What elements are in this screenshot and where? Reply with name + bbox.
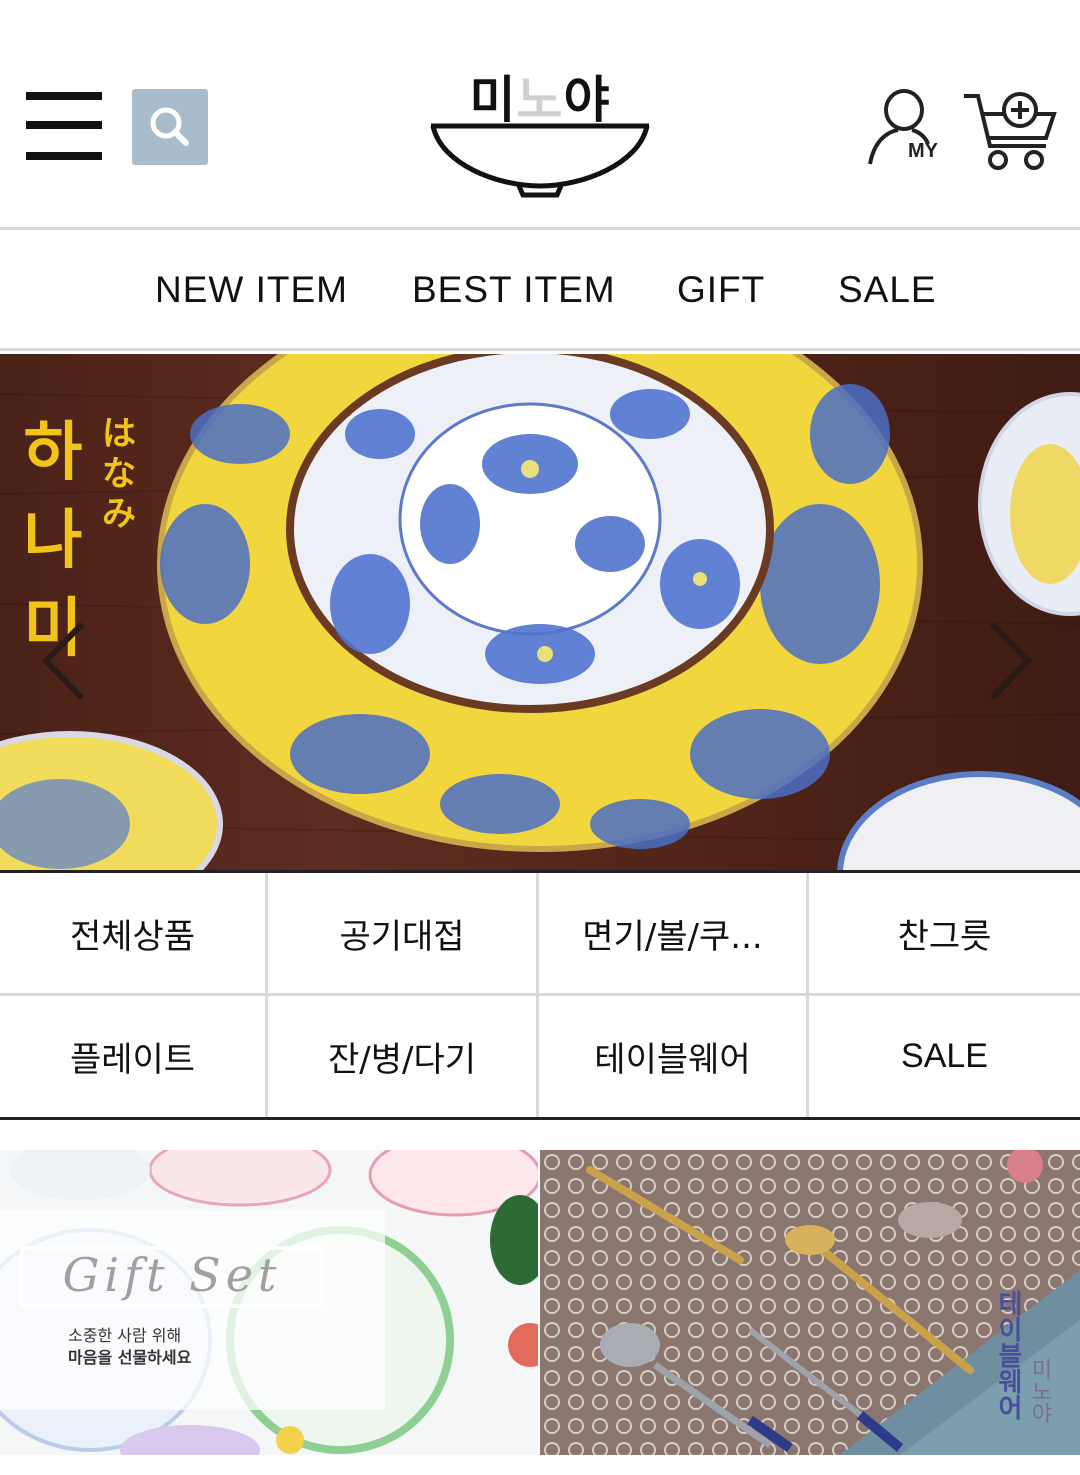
gift-set-line1: 소중한 사람 위해 [68,1326,182,1345]
tableware-promo-brand: 미노야 [1027,1358,1052,1424]
gift-set-promo[interactable]: Gift Set 소중한 사람 위해 마음을 선물하세요 [0,1150,538,1455]
my-label: MY [908,140,938,162]
category-plates[interactable]: 플레이트 [0,996,265,1116]
search-icon [150,107,189,146]
header: 미노야 MY [0,0,1080,230]
banner-prev-button[interactable] [36,616,96,706]
category-tableware[interactable]: 테이블웨어 [539,996,806,1116]
category-sale[interactable]: SALE [809,996,1080,1116]
banner-next-button[interactable] [978,616,1038,706]
nav-best-item[interactable]: BEST ITEM [412,269,616,311]
banner-subtitle: はなみ [102,414,136,534]
nav-gift[interactable]: GIFT [677,269,765,311]
nav-new-item[interactable]: NEW ITEM [155,269,348,311]
category-side-dishes[interactable]: 찬그릇 [809,873,1080,993]
search-button[interactable] [132,89,208,165]
nav-sale[interactable]: SALE [838,269,937,311]
menu-icon[interactable] [26,92,104,162]
category-all[interactable]: 전체상품 [0,873,265,993]
tableware-promo-title: 테이블웨어 [993,1290,1023,1420]
bowl-logo-icon [430,123,650,198]
gift-set-title: Gift Set [62,1248,282,1302]
cart-icon [964,92,1057,170]
my-page-button[interactable]: MY [868,88,948,170]
category-noodle-bowls[interactable]: 면기/볼/쿠... [539,873,806,993]
chevron-left-icon [41,621,85,701]
chevron-right-icon [989,621,1033,701]
category-grid: 전체상품 공기대접 면기/볼/쿠... 찬그릇 플레이트 잔/병/다기 테이블웨… [0,870,1080,1120]
cart-button[interactable] [962,88,1058,172]
top-nav: NEW ITEM BEST ITEM GIFT SALE [0,233,1080,351]
category-cups-tea[interactable]: 잔/병/다기 [268,996,536,1116]
gift-set-line2: 마음을 선물하세요 [68,1348,192,1367]
banner-image [0,354,1080,870]
logo[interactable]: 미노야 [427,60,653,200]
hero-banner[interactable]: 하나미 はなみ [0,354,1080,870]
category-rice-bowls[interactable]: 공기대접 [268,873,536,993]
